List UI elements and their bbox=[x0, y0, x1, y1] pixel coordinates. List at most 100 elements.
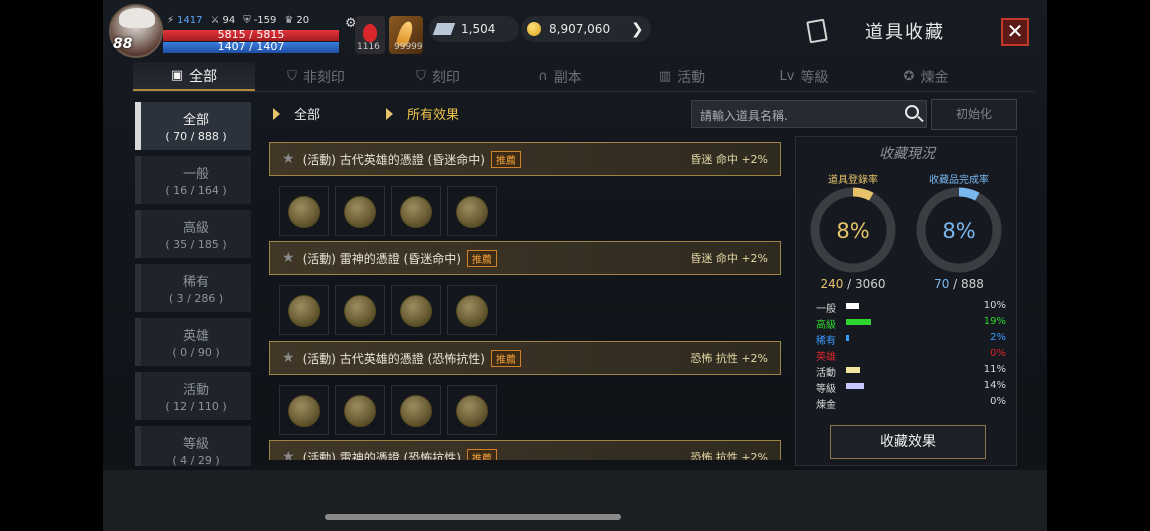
tab-label: 非刻印 bbox=[302, 69, 345, 86]
filter-hero[interactable]: 英雄 ( 0 / 90 ) bbox=[135, 318, 251, 366]
search-icon[interactable] bbox=[905, 105, 919, 119]
entry-header[interactable]: ★ (活動) 雷神的憑證 (恐怖抗性) 推薦 恐怖 抗性 +2% bbox=[269, 440, 781, 460]
item-slot[interactable] bbox=[447, 285, 497, 335]
grade-name: 一般 bbox=[816, 304, 836, 315]
filter-advanced[interactable]: 高級 ( 35 / 185 ) bbox=[135, 210, 251, 258]
category-dropdown[interactable]: 全部 bbox=[273, 104, 320, 123]
helmet-icon: ⛨ bbox=[243, 15, 251, 26]
item-slot[interactable] bbox=[335, 285, 385, 335]
gold-coin-icon bbox=[527, 22, 541, 36]
tab-label: 煉金 bbox=[920, 69, 949, 86]
registration-rate-label: 道具登錄率 bbox=[828, 175, 878, 186]
entry-header[interactable]: ★ (活動) 古代英雄的憑證 (昏迷命中) 推薦 昏迷 命中 +2% bbox=[269, 142, 781, 176]
filter-label: 全部 bbox=[182, 113, 209, 128]
grade-percent: 0% bbox=[990, 348, 1006, 359]
item-slot[interactable] bbox=[279, 385, 329, 435]
entry-effect: 恐怖 抗性 +2% bbox=[690, 352, 768, 365]
play-arrow-icon bbox=[386, 107, 393, 120]
grade-bar bbox=[846, 383, 865, 389]
star-icon[interactable]: ★ bbox=[282, 449, 295, 460]
completion-total: / 888 bbox=[949, 277, 984, 291]
arch-icon: ∩ bbox=[538, 69, 548, 84]
collection-effect-button[interactable]: 收藏效果 bbox=[830, 425, 986, 459]
star-icon[interactable]: ★ bbox=[282, 350, 295, 366]
grade-name: 高級 bbox=[816, 320, 836, 331]
filter-rare[interactable]: 稀有 ( 3 / 286 ) bbox=[135, 264, 251, 312]
token-icon bbox=[400, 295, 432, 327]
registration-percent: 8% bbox=[836, 219, 870, 243]
grade-percent: 0% bbox=[990, 396, 1006, 407]
registration-count: 240 / 3060 bbox=[803, 277, 903, 291]
crystal-currency: 1,504 bbox=[429, 16, 519, 42]
gift-icon: ▥ bbox=[658, 69, 672, 84]
search-input[interactable]: 請輸入道具名稱. bbox=[691, 100, 927, 128]
filter-count: ( 4 / 29 ) bbox=[172, 454, 220, 466]
token-icon bbox=[344, 395, 376, 427]
recommend-badge: 推薦 bbox=[466, 448, 497, 460]
crystal-icon bbox=[432, 23, 456, 35]
tab-all[interactable]: ▣ 全部 bbox=[133, 62, 255, 91]
filter-count: ( 3 / 286 ) bbox=[168, 292, 224, 305]
feather-count: 99999 bbox=[394, 42, 423, 52]
category-tabs: ▣ 全部 ⛉ 非刻印 ⛉ 刻印 ∩ 副本 ▥ 活動 Lv 等級 ✪ 煉金 bbox=[133, 62, 1035, 92]
tab-non-engraved[interactable]: ⛉ 非刻印 bbox=[255, 62, 377, 91]
tab-dungeon[interactable]: ∩ 副本 bbox=[499, 62, 621, 91]
tab-alchemy[interactable]: ✪ 煉金 bbox=[865, 62, 987, 91]
item-slot[interactable] bbox=[335, 186, 385, 236]
stat-row: ⚡ 1417 ⚔ 94 ⛨ -159 ♛ 20 bbox=[167, 15, 309, 26]
token-icon bbox=[456, 295, 488, 327]
tab-level[interactable]: Lv 等級 bbox=[743, 62, 865, 91]
close-button[interactable]: ✕ bbox=[1001, 18, 1029, 46]
collection-book-icon bbox=[806, 18, 828, 44]
tab-label: 活動 bbox=[677, 69, 706, 86]
filter-label: 一般 bbox=[182, 167, 209, 182]
grade-bar bbox=[846, 367, 861, 373]
tab-event[interactable]: ▥ 活動 bbox=[621, 62, 743, 91]
item-slot[interactable] bbox=[391, 285, 441, 335]
reset-button[interactable]: 初始化 bbox=[931, 99, 1017, 130]
item-slot[interactable] bbox=[279, 285, 329, 335]
panel-title: 收藏現況 bbox=[879, 146, 935, 162]
tab-engraved[interactable]: ⛉ 刻印 bbox=[377, 62, 499, 91]
filter-count: ( 0 / 90 ) bbox=[172, 346, 220, 359]
item-slots bbox=[279, 186, 497, 236]
attack-stat: ⚔ 94 bbox=[210, 15, 235, 26]
item-slot[interactable] bbox=[279, 186, 329, 236]
star-icon[interactable]: ★ bbox=[282, 250, 295, 266]
home-indicator[interactable] bbox=[325, 514, 621, 520]
filter-label: 活動 bbox=[182, 383, 209, 398]
grade-bar bbox=[846, 335, 849, 341]
entry-effect: 恐怖 抗性 +2% bbox=[690, 451, 768, 460]
trophy-stat: ♛ 20 bbox=[284, 15, 309, 26]
star-icon[interactable]: ★ bbox=[282, 151, 295, 167]
filter-all[interactable]: 全部 ( 70 / 888 ) bbox=[135, 102, 251, 150]
filter-level[interactable]: 等級 ( 4 / 29 ) bbox=[135, 426, 251, 466]
entry-title: (活動) 古代英雄的憑證 (昏迷命中) bbox=[302, 152, 485, 167]
screen: 88 ⚡ 1417 ⚔ 94 ⛨ -159 ♛ 20 5815 / 5815 1407 … bbox=[0, 0, 1150, 531]
filter-normal[interactable]: 一般 ( 16 / 164 ) bbox=[135, 156, 251, 204]
entry-header[interactable]: ★ (活動) 雷神的憑證 (昏迷命中) 推薦 昏迷 命中 +2% bbox=[269, 241, 781, 275]
grade-row: 一般 10% bbox=[816, 299, 1006, 315]
registration-current: 240 bbox=[820, 277, 844, 291]
chevron-right-icon[interactable]: ❯ bbox=[631, 20, 644, 38]
token-icon bbox=[400, 395, 432, 427]
grade-filter-list: 全部 ( 70 / 888 ) 一般 ( 16 / 164 ) 高級 ( 35 / 1… bbox=[135, 100, 251, 466]
play-arrow-icon bbox=[273, 107, 280, 120]
entry-header[interactable]: ★ (活動) 古代英雄的憑證 (恐怖抗性) 推薦 恐怖 抗性 +2% bbox=[269, 341, 781, 375]
token-icon bbox=[456, 395, 488, 427]
item-slot[interactable] bbox=[335, 385, 385, 435]
item-slot[interactable] bbox=[447, 385, 497, 435]
crystal-value: 1,504 bbox=[461, 22, 496, 36]
item-slot[interactable] bbox=[391, 385, 441, 435]
completion-count: 70 / 888 bbox=[909, 277, 1009, 291]
item-slot[interactable] bbox=[447, 186, 497, 236]
power-icon: ⚡ bbox=[167, 15, 175, 26]
item-slot[interactable] bbox=[391, 186, 441, 236]
filter-event[interactable]: 活動 ( 12 / 110 ) bbox=[135, 372, 251, 420]
gold-value: 8,907,060 bbox=[549, 22, 611, 36]
grade-breakdown: 一般 10% 高級 19% 稀有 2% 英雄 0% 活動 11% 等級 14% 煉金 0% bbox=[816, 299, 1006, 411]
power-value: 1417 bbox=[177, 15, 203, 26]
entry-effect: 昏迷 命中 +2% bbox=[690, 252, 768, 265]
effect-dropdown-label: 所有效果 bbox=[407, 108, 460, 123]
effect-dropdown[interactable]: 所有效果 bbox=[386, 104, 459, 123]
